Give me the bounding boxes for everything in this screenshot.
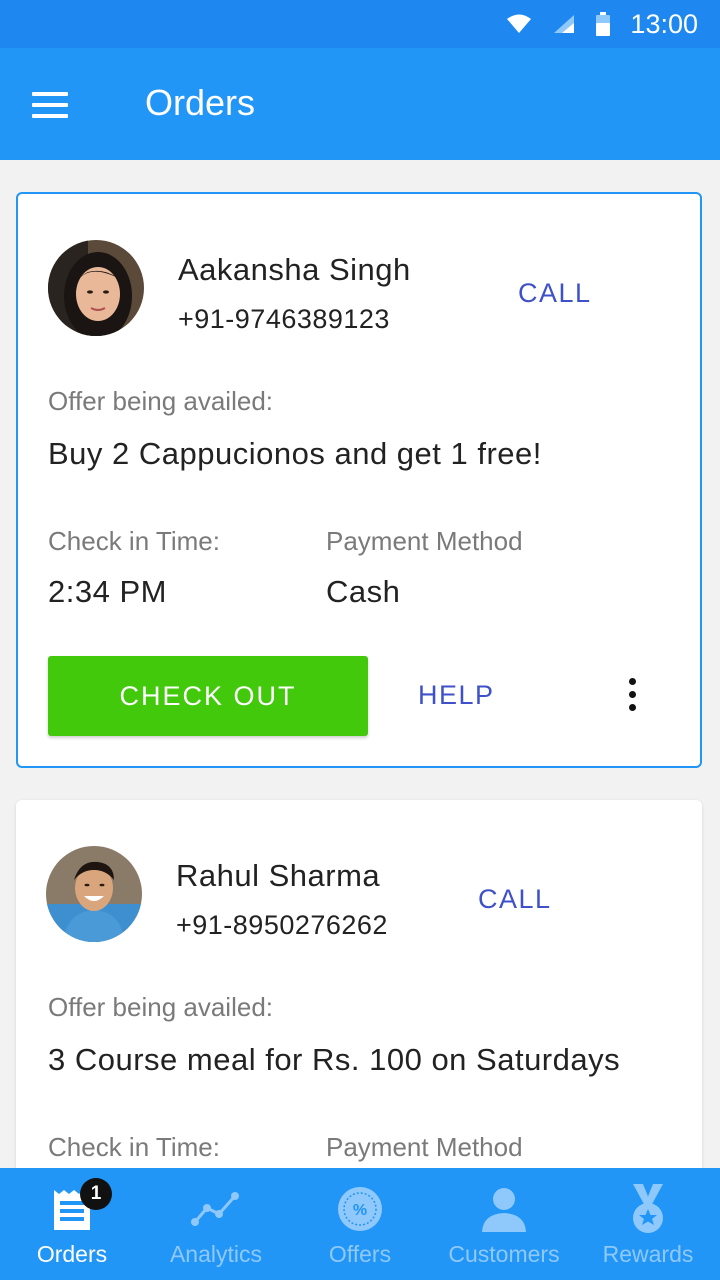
offers-icon: % [338, 1187, 382, 1231]
call-button[interactable]: CALL [518, 278, 592, 309]
nav-label: Analytics [169, 1241, 263, 1267]
menu-icon[interactable] [32, 92, 68, 118]
offer-label: Offer being availed: [48, 992, 273, 1022]
nav-item-customers[interactable]: Customers [432, 1168, 576, 1280]
rewards-icon [633, 1184, 663, 1233]
call-button[interactable]: CALL [478, 884, 552, 915]
notification-badge: 1 [80, 1178, 112, 1210]
nav-label: Customers [448, 1241, 560, 1267]
checkin-label: Check in Time: [48, 526, 220, 556]
wifi-icon [507, 14, 532, 33]
battery-icon [596, 12, 611, 36]
payment-method: Cash [326, 574, 401, 609]
more-vert-icon[interactable] [626, 678, 638, 714]
svg-text:%: % [353, 1202, 367, 1219]
nav-label: Orders [36, 1241, 108, 1267]
nav-item-rewards[interactable]: Rewards [576, 1168, 720, 1280]
customer-phone: +91-9746389123 [178, 304, 390, 334]
bottom-navigation: 1 Orders Analytics % Offers Customers Re… [0, 1168, 720, 1280]
order-card: Aakansha Singh +91-9746389123 CALL Offer… [16, 192, 702, 768]
avatar [48, 240, 144, 336]
status-time: 13:00 [630, 8, 698, 39]
help-button[interactable]: HELP [418, 680, 495, 711]
payment-label: Payment Method [326, 1132, 523, 1162]
customers-icon [482, 1188, 526, 1232]
nav-label: Offers [328, 1241, 392, 1267]
avatar [46, 846, 142, 942]
status-bar: 13:00 [0, 0, 720, 48]
checkin-label: Check in Time: [48, 1132, 220, 1162]
signal-icon [554, 15, 575, 33]
offer-text: 3 Course meal for Rs. 100 on Saturdays [48, 1042, 621, 1077]
nav-item-offers[interactable]: % Offers [288, 1168, 432, 1280]
check-out-button[interactable]: CHECK OUT [48, 656, 368, 736]
analytics-icon [191, 1192, 239, 1226]
app-bar: Orders [0, 48, 720, 160]
nav-item-orders[interactable]: 1 Orders [0, 1168, 144, 1280]
nav-label: Rewards [602, 1241, 694, 1267]
page-title: Orders [145, 82, 256, 123]
customer-phone: +91-8950276262 [176, 910, 388, 940]
payment-label: Payment Method [326, 526, 523, 556]
customer-name: Rahul Sharma [176, 858, 381, 893]
nav-item-analytics[interactable]: Analytics [144, 1168, 288, 1280]
offer-label: Offer being availed: [48, 386, 273, 416]
offer-text: Buy 2 Cappucionos and get 1 free! [48, 436, 542, 471]
customer-name: Aakansha Singh [178, 252, 411, 287]
checkin-time: 2:34 PM [48, 574, 167, 609]
order-card: Rahul Sharma +91-8950276262 CALL Offer b… [16, 800, 702, 1220]
